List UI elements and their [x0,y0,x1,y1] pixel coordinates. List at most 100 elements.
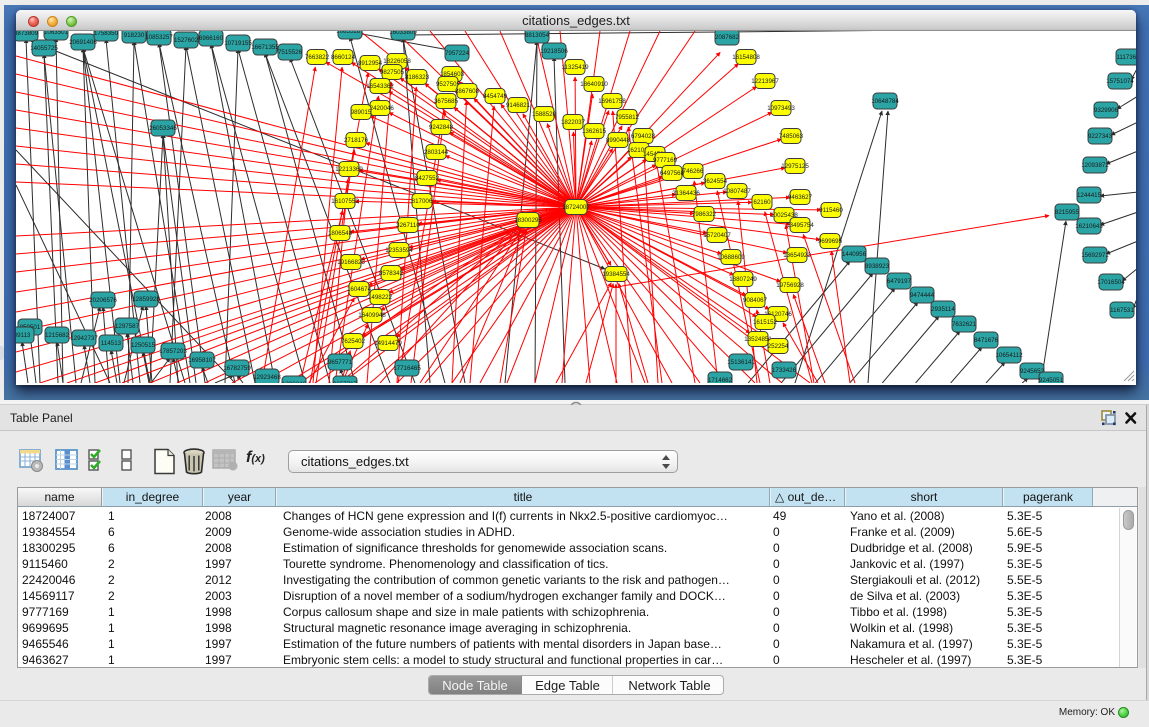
svg-text:12975125: 12975125 [781,163,809,170]
svg-text:6479197: 6479197 [887,278,912,285]
svg-text:1244415: 1244415 [1077,192,1102,199]
svg-text:16210643: 16210643 [1075,223,1103,230]
svg-text:14914479: 14914479 [374,340,402,347]
svg-text:9827505: 9827505 [380,69,405,76]
svg-text:918230: 918230 [124,32,145,39]
svg-text:1822037: 1822037 [561,119,586,126]
svg-text:19384554: 19384554 [602,271,630,278]
svg-text:7485063: 7485063 [779,133,804,140]
svg-text:3624554: 3624554 [703,178,728,185]
svg-text:252254: 252254 [768,343,789,350]
svg-text:8990448: 8990448 [606,137,631,144]
svg-text:1588520: 1588520 [532,111,557,118]
svg-text:10807487: 10807487 [723,188,751,195]
svg-text:9146821: 9146821 [506,102,531,109]
svg-text:10688609: 10688609 [717,254,745,261]
svg-text:9463627: 9463627 [788,194,813,201]
svg-text:9699695: 9699695 [818,238,843,245]
svg-text:16782759: 16782759 [223,365,251,372]
svg-text:8454749: 8454749 [483,93,508,100]
svg-text:1733426: 1733426 [772,367,797,374]
svg-text:12923468: 12923468 [253,374,281,381]
svg-text:1615152: 1615152 [753,319,778,326]
svg-text:12213967: 12213967 [751,78,779,85]
svg-text:1806548: 1806548 [328,230,353,237]
svg-text:989015: 989015 [351,109,372,116]
svg-text:12942737: 12942737 [70,335,98,342]
svg-text:15751074: 15751074 [1106,78,1134,85]
svg-text:8873809: 8873809 [16,31,39,37]
svg-text:20691406: 20691406 [69,39,97,46]
svg-text:9329906: 9329906 [1094,107,1119,114]
svg-text:19166825: 19166825 [337,259,365,266]
svg-text:17016504: 17016504 [1097,279,1125,286]
svg-text:1167531: 1167531 [1110,307,1134,314]
svg-text:39113: 39113 [16,332,31,339]
svg-text:17857203: 17857203 [159,348,187,355]
svg-text:15136141: 15136141 [727,359,755,366]
svg-text:1527602: 1527602 [174,37,199,44]
svg-text:9242848: 9242848 [429,124,454,131]
svg-text:20206576: 20206576 [89,297,117,304]
svg-text:7663822: 7663822 [305,54,330,61]
svg-text:8186323: 8186323 [405,74,430,81]
svg-text:10973493: 10973493 [767,105,795,112]
svg-text:1604674: 1604674 [347,286,372,293]
svg-text:12353594: 12353594 [385,247,413,254]
svg-text:16958107: 16958107 [188,357,216,364]
svg-text:1292346: 1292346 [282,381,307,383]
svg-text:6497568: 6497568 [660,170,685,177]
svg-text:26053346: 26053346 [149,125,177,132]
svg-text:16543362: 16543362 [366,83,394,90]
svg-text:1117364: 1117364 [1116,54,1136,61]
svg-text:1758350: 1758350 [94,31,119,37]
svg-text:16107552: 16107552 [331,198,359,205]
svg-text:2867608: 2867608 [455,88,480,95]
svg-text:8813054: 8813054 [525,32,550,39]
svg-text:8938923: 8938923 [865,263,890,270]
svg-text:7986322: 7986322 [692,211,717,218]
svg-text:10648784: 10648784 [871,98,899,105]
svg-text:7957224: 7957224 [445,50,470,57]
svg-text:13654923: 13654923 [783,252,811,259]
svg-text:9657771: 9657771 [328,359,353,366]
svg-text:12859928: 12859928 [132,296,160,303]
svg-text:18640910: 18640910 [580,81,608,88]
svg-text:8578342: 8578342 [379,270,404,277]
svg-text:9115460: 9115460 [819,207,843,214]
svg-text:8660124: 8660124 [331,54,356,61]
svg-text:15720407: 15720407 [703,232,731,239]
svg-text:17716465: 17716465 [393,365,421,372]
svg-text:1362615: 1362615 [582,128,607,135]
svg-text:18300295: 18300295 [514,217,542,224]
svg-text:6794028: 6794028 [631,133,656,140]
svg-text:9474444: 9474444 [910,292,935,299]
svg-text:6966160: 6966160 [199,35,224,42]
svg-text:16409948: 16409948 [358,312,386,319]
svg-text:1250515: 1250515 [131,342,156,349]
svg-text:1440956: 1440956 [842,251,867,258]
svg-text:18807249: 18807249 [729,276,757,283]
svg-text:16961758: 16961758 [598,98,626,105]
svg-text:7955812: 7955812 [615,114,640,121]
svg-text:1714662: 1714662 [708,377,733,383]
svg-text:9777169: 9777169 [653,157,678,164]
svg-text:10855287: 10855287 [336,31,364,35]
svg-text:8912954: 8912954 [358,60,383,67]
svg-text:9227343: 9227343 [1088,133,1113,140]
svg-text:746266: 746266 [683,168,704,175]
svg-text:15692971: 15692971 [1081,252,1109,259]
svg-text:19218506: 19218506 [540,48,568,55]
svg-text:8215955: 8215955 [1055,209,1080,216]
svg-text:10719155: 10719155 [224,40,252,47]
svg-text:1297587: 1297587 [115,323,140,330]
svg-text:12093872: 12093872 [1081,162,1109,169]
svg-text:19756928: 19756928 [776,282,804,289]
svg-text:1215682: 1215682 [45,332,70,339]
svg-text:2803144: 2803144 [424,149,449,156]
svg-text:7625402: 7625402 [341,338,366,345]
svg-text:62160: 62160 [753,199,771,206]
svg-text:9657717: 9657717 [333,381,358,383]
svg-text:21364436: 21364436 [672,190,700,197]
svg-text:16154808: 16154808 [732,54,760,61]
